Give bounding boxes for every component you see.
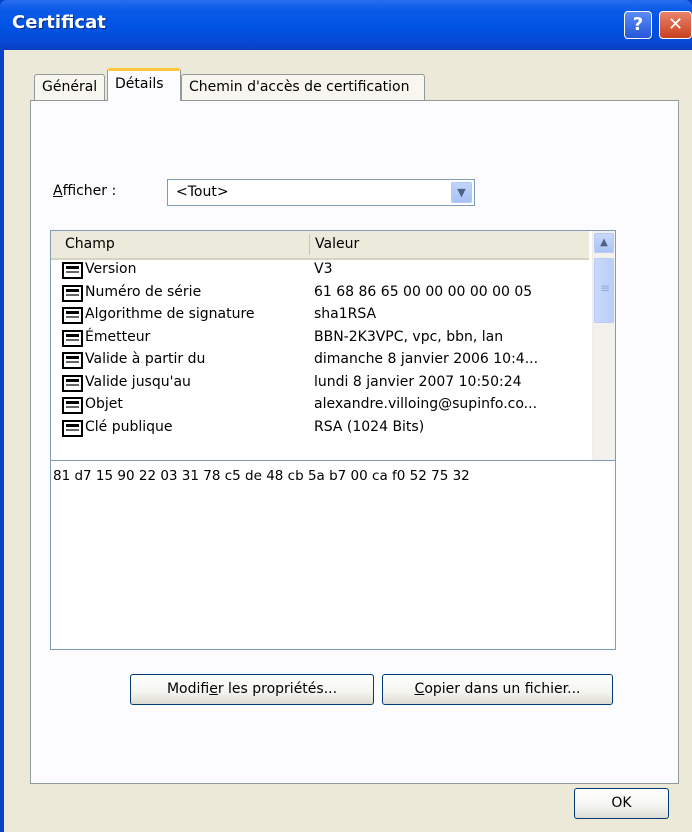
certificate-field-icon xyxy=(62,329,83,347)
field-value: 61 68 86 65 00 00 00 00 00 05 xyxy=(314,283,533,300)
show-label-text: fficher : xyxy=(62,183,117,199)
list-scrollbar[interactable]: ▲ ▼ xyxy=(592,231,615,483)
show-label-accesskey: A xyxy=(53,183,63,199)
list-item[interactable]: Algorithme de signature sha1RSA xyxy=(51,305,589,328)
field-value: sha1RSA xyxy=(314,306,377,322)
certificate-field-icon xyxy=(62,374,83,392)
scrollbar-thumb[interactable] xyxy=(594,258,614,323)
field-value: BBN-2K3VPC, vpc, bbn, lan xyxy=(314,328,504,345)
field-name: Émetteur xyxy=(85,328,151,345)
window-title: Certificat xyxy=(12,12,106,33)
dialog-body: Général Détails Chemin d'accès de certif… xyxy=(4,50,692,832)
copy-label-end: opier dans un fichier... xyxy=(424,681,581,697)
field-name: Clé publique xyxy=(85,418,173,435)
field-name: Valide jusqu'au xyxy=(85,373,191,390)
chevron-down-icon[interactable]: ▼ xyxy=(451,182,472,203)
column-divider[interactable] xyxy=(309,234,310,255)
show-dropdown-value: <Tout> xyxy=(176,184,229,200)
scroll-up-icon[interactable]: ▲ xyxy=(594,233,614,253)
list-rows: Version V3 Numéro de série 61 68 86 65 00 … xyxy=(51,260,589,440)
list-item[interactable]: Version V3 xyxy=(51,260,589,283)
field-name: Numéro de série xyxy=(85,283,202,300)
certificate-dialog: Certificat ? ✕ Général Détails Chemin d'… xyxy=(0,0,692,832)
list-item[interactable]: Objet alexandre.villoing@supinfo.co... xyxy=(51,395,589,418)
fields-list[interactable]: Champ Valeur Version V3 Numéro de série 61… xyxy=(50,230,616,484)
title-bar[interactable]: Certificat ? ✕ xyxy=(0,0,692,50)
edit-label-start: Modifi xyxy=(166,681,210,697)
list-item[interactable]: Émetteur BBN-2K3VPC, vpc, bbn, lan xyxy=(51,328,589,351)
copy-to-file-button[interactable]: Copier dans un fichier... xyxy=(382,674,613,705)
field-value: alexandre.villoing@supinfo.co... xyxy=(314,396,538,412)
list-header: Champ Valeur xyxy=(51,231,589,260)
show-label: Afficher : xyxy=(53,183,116,199)
column-header-value[interactable]: Valeur xyxy=(315,236,359,252)
edit-label-end: r les propriétés... xyxy=(217,681,338,697)
field-value: dimanche 8 janvier 2006 10:4... xyxy=(314,351,539,367)
field-name: Version xyxy=(85,261,137,277)
tab-general[interactable]: Général xyxy=(34,74,105,100)
help-button[interactable]: ? xyxy=(624,11,652,39)
certificate-field-icon xyxy=(62,307,83,324)
field-value: RSA (1024 Bits) xyxy=(314,418,425,435)
field-name: Algorithme de signature xyxy=(85,306,255,322)
field-value: V3 xyxy=(314,261,333,277)
copy-label-accesskey: C xyxy=(414,681,425,697)
certificate-field-icon xyxy=(62,397,83,414)
certificate-field-icon xyxy=(62,284,83,302)
certificate-field-icon xyxy=(62,262,83,279)
field-value: lundi 8 janvier 2007 10:50:24 xyxy=(314,373,522,390)
list-item[interactable]: Valide à partir du dimanche 8 janvier 200… xyxy=(51,350,589,373)
list-item[interactable]: Numéro de série 61 68 86 65 00 00 00 00 0… xyxy=(51,283,589,306)
value-detail-text: 81 d7 15 90 22 03 31 78 c5 de 48 cb 5a b… xyxy=(53,468,470,484)
certificate-field-icon xyxy=(62,419,83,437)
ok-button[interactable]: OK xyxy=(574,788,669,819)
field-name: Valide à partir du xyxy=(85,351,206,367)
close-button[interactable]: ✕ xyxy=(659,11,692,39)
edit-label-accesskey: e xyxy=(209,681,218,697)
field-name: Objet xyxy=(85,396,123,412)
column-header-field[interactable]: Champ xyxy=(65,236,115,252)
tab-certification-path[interactable]: Chemin d'accès de certification xyxy=(181,74,425,100)
certificate-field-icon xyxy=(62,352,83,369)
list-item[interactable]: Clé publique RSA (1024 Bits) xyxy=(51,418,589,441)
value-detail-box[interactable]: 81 d7 15 90 22 03 31 78 c5 de 48 cb 5a b… xyxy=(50,460,616,650)
list-item[interactable]: Valide jusqu'au lundi 8 janvier 2007 10:5… xyxy=(51,373,589,396)
tab-details[interactable]: Détails xyxy=(107,68,181,101)
show-dropdown[interactable]: <Tout> ▼ xyxy=(167,179,475,206)
edit-properties-button[interactable]: Modifier les propriétés... xyxy=(130,674,374,705)
